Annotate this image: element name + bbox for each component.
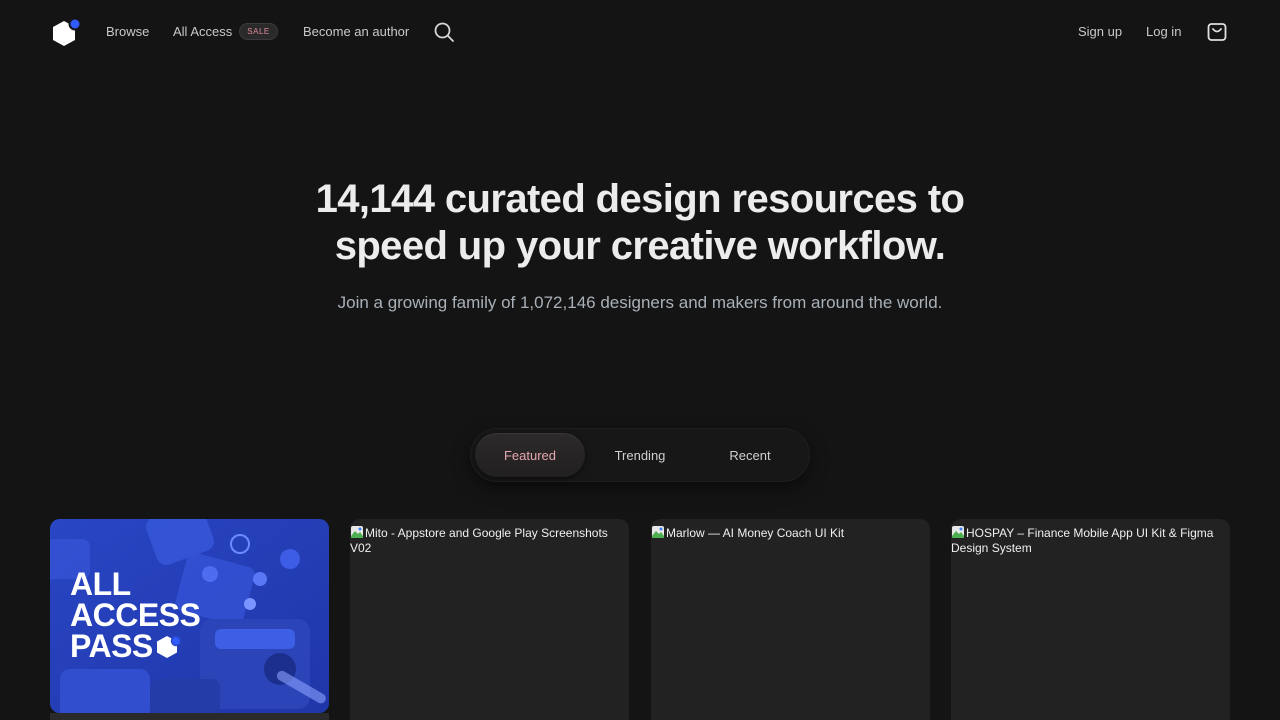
- search-icon[interactable]: [433, 21, 455, 43]
- sign-up-link[interactable]: Sign up: [1078, 24, 1122, 39]
- broken-image-icon: [652, 526, 664, 538]
- hero-title-line2: speed up your creative workflow.: [334, 224, 946, 268]
- promo-line-3: PASS: [70, 628, 153, 664]
- shopping-bag-icon[interactable]: [1206, 21, 1228, 43]
- tab-trending[interactable]: Trending: [585, 433, 695, 477]
- broken-image-icon: [952, 526, 964, 538]
- product-card-title: Marlow — AI Money Coach UI Kit: [666, 526, 845, 540]
- promo-line-3-wrap: PASS: [70, 628, 200, 664]
- promo-headline: ALL ACCESS PASS: [70, 566, 201, 664]
- product-card-image-alt: Marlow — AI Money Coach UI Kit: [651, 525, 930, 541]
- brand-logo-icon[interactable]: [50, 18, 82, 48]
- product-card[interactable]: Marlow — AI Money Coach UI Kit: [651, 519, 930, 720]
- hero-title-line1: 14,144 curated design resources to: [315, 177, 965, 221]
- top-nav: Browse All Access SALE Become an author …: [0, 0, 1280, 64]
- product-card-title: Mito - Appstore and Google Play Screensh…: [350, 526, 608, 555]
- promo-card-footer: [50, 713, 329, 720]
- all-access-pass-card[interactable]: ALL ACCESS PASS: [50, 519, 329, 713]
- log-in-link[interactable]: Log in: [1146, 24, 1181, 39]
- broken-image-icon: [351, 526, 363, 538]
- nav-browse-link[interactable]: Browse: [106, 24, 149, 39]
- product-card-image-alt: HOSPAY – Finance Mobile App UI Kit & Fig…: [951, 525, 1230, 556]
- promo-line-1: ALL: [70, 566, 131, 602]
- nav-become-author-link[interactable]: Become an author: [303, 24, 409, 39]
- product-card-title: HOSPAY – Finance Mobile App UI Kit & Fig…: [951, 526, 1214, 555]
- hero-title: 14,144 curated design resources to speed…: [0, 176, 1280, 270]
- product-card[interactable]: Mito - Appstore and Google Play Screensh…: [350, 519, 629, 720]
- tab-featured[interactable]: Featured: [475, 433, 585, 477]
- product-card-image-alt: Mito - Appstore and Google Play Screensh…: [350, 525, 629, 556]
- resource-tabs: Featured Trending Recent: [471, 429, 809, 481]
- sale-badge: SALE: [239, 23, 278, 40]
- brand-mark-icon: [156, 635, 182, 658]
- tab-recent[interactable]: Recent: [695, 433, 805, 477]
- product-card[interactable]: HOSPAY – Finance Mobile App UI Kit & Fig…: [951, 519, 1230, 720]
- nav-all-access-link[interactable]: All Access: [173, 24, 232, 39]
- hero-subtitle: Join a growing family of 1,072,146 desig…: [337, 293, 943, 312]
- promo-line-2: ACCESS: [70, 597, 201, 633]
